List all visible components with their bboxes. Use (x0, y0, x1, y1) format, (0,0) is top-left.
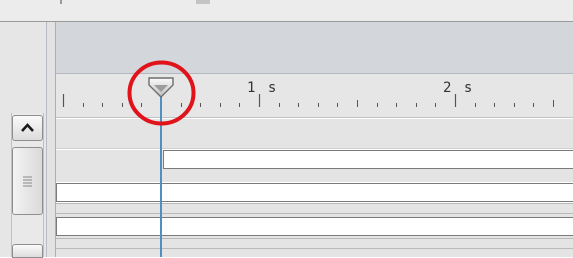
track-separator (56, 248, 573, 249)
top-toolbar-strip (0, 0, 573, 22)
timeline-clip-3[interactable] (56, 217, 573, 236)
grip-lines-icon (23, 176, 32, 187)
chevron-up-icon (21, 123, 34, 132)
ruler-label-1s: 1 s (247, 80, 279, 96)
scroll-down-button[interactable] (12, 244, 43, 258)
timeline-clip-2[interactable] (56, 183, 573, 202)
timeline-clip-1[interactable] (163, 150, 573, 169)
scroll-up-button[interactable] (12, 115, 43, 141)
scrollbar-thumb[interactable] (12, 147, 43, 215)
highlight-circle (127, 60, 196, 126)
toolbar-edge-glyphs (60, 0, 210, 4)
track-separator (56, 203, 573, 204)
ruler-label-2s: 2 s (443, 80, 475, 96)
panel-splitter[interactable] (47, 22, 56, 257)
track-separator (56, 213, 573, 214)
track-separator (56, 238, 573, 239)
